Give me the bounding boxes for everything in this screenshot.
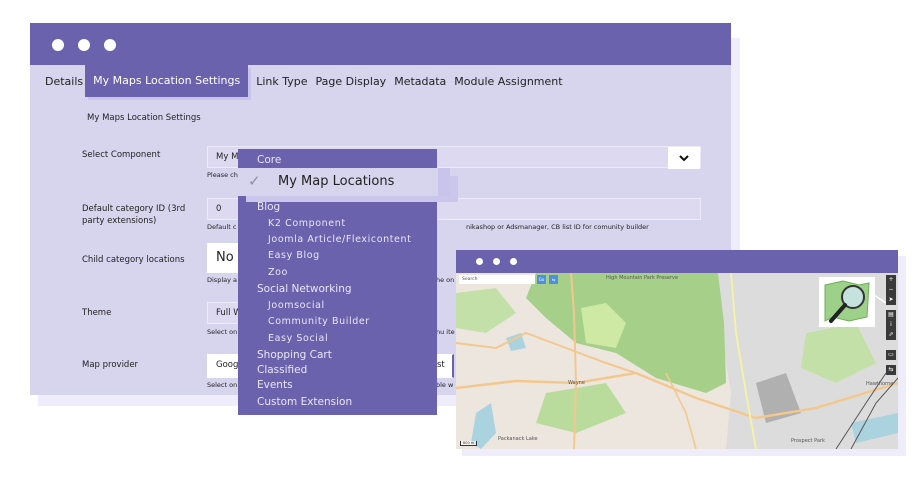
chevron-down-icon[interactable]	[668, 147, 700, 169]
dropdown-item-easy-social[interactable]: Easy Social	[268, 333, 328, 344]
checkmark-icon: ✓	[248, 172, 261, 190]
info-button[interactable]: i	[886, 320, 896, 330]
child-category-label: Child category locations	[82, 255, 185, 265]
child-category-help-right: he on	[436, 276, 455, 284]
map-query-control: ⇆	[886, 365, 896, 375]
window-titlebar	[30, 23, 731, 65]
map-label-prospect-park: Prospect Park	[791, 438, 825, 444]
window-dot-2[interactable]	[78, 39, 90, 51]
map-provider-label: Map provider	[82, 360, 139, 370]
window-dot-1[interactable]	[52, 39, 64, 51]
default-category-help-right: nikashop or Adsmanager, CB list ID for c…	[466, 223, 649, 231]
map-zoom-controls: + − ➤	[886, 275, 896, 305]
dropdown-group-core[interactable]: Core	[257, 154, 281, 166]
dropdown-item-joomsocial[interactable]: Joomsocial	[268, 300, 325, 311]
map-go-button[interactable]: Go	[537, 275, 546, 284]
section-title: My Maps Location Settings	[87, 113, 201, 123]
select-component-help: Please ch	[207, 171, 238, 179]
tab-bar: Details My Maps Location Settings Link T…	[30, 65, 567, 97]
map-window-dot-2[interactable]	[493, 258, 500, 265]
default-category-value: 0	[216, 204, 222, 214]
theme-help-right: nu ite	[436, 328, 455, 336]
tab-details[interactable]: Details	[30, 75, 85, 88]
select-component-value: My M	[216, 152, 239, 162]
tab-my-maps-location-settings[interactable]: My Maps Location Settings	[85, 65, 249, 97]
dropdown-group-blog[interactable]: Blog	[257, 201, 280, 213]
layers-button[interactable]: ▤	[886, 310, 896, 320]
dropdown-item-k2[interactable]: K2 Component	[268, 218, 346, 229]
map-provider-option-label: st	[437, 360, 445, 370]
dropdown-item-joomla-article[interactable]: Joomla Article/Flexicontent	[268, 234, 411, 245]
map-window-dot-1[interactable]	[476, 258, 483, 265]
share-button[interactable]: ⇗	[886, 330, 896, 340]
query-button[interactable]: ⇆	[886, 365, 896, 375]
dropdown-selected-item[interactable]: ✓ My Map Locations	[238, 168, 450, 196]
map-window: Search Go ⇆ + − ➤ ▤ i ⇗ ▭ ⇆ High Mountai…	[456, 250, 898, 449]
tab-module-assignment[interactable]: Module Assignment	[450, 75, 566, 88]
dropdown-group-social[interactable]: Social Networking	[257, 283, 352, 295]
map-label-hawthorne: Hawthorne	[866, 381, 894, 387]
openstreetmap-logo	[819, 277, 875, 327]
map-provider-help: Select on	[207, 381, 238, 389]
map-scale-bar: 800 m	[460, 441, 478, 446]
child-category-value: No	[216, 250, 234, 265]
theme-help: Select on	[207, 328, 238, 336]
window-dot-3[interactable]	[104, 39, 116, 51]
map-window-dot-3[interactable]	[510, 258, 517, 265]
note-button[interactable]: ▭	[886, 350, 896, 360]
map-label-preserve: High Mountain Park Preserve	[606, 275, 679, 281]
tab-metadata[interactable]: Metadata	[390, 75, 450, 88]
dropdown-group-custom-extension[interactable]: Custom Extension	[257, 396, 352, 408]
dropdown-item-zoo[interactable]: Zoo	[268, 267, 288, 278]
tab-link-type[interactable]: Link Type	[252, 75, 311, 88]
default-category-label: Default category ID (3rd party extension…	[82, 204, 186, 226]
dropdown-selected-label: My Map Locations	[278, 174, 395, 189]
child-category-help: Display a	[207, 276, 238, 284]
dropdown-item-easy-blog[interactable]: Easy Blog	[268, 250, 320, 261]
theme-label: Theme	[82, 308, 112, 318]
map-note-control: ▭	[886, 350, 896, 360]
dropdown-item-community-builder[interactable]: Community Builder	[268, 316, 370, 327]
map-label-wayne: Wayne	[568, 380, 585, 386]
select-component-label: Select Component	[82, 150, 161, 160]
locate-button[interactable]: ➤	[886, 295, 896, 305]
map-layer-controls: ▤ i ⇗	[886, 310, 896, 340]
map-label-packanack: Packanack Lake	[498, 436, 538, 442]
dropdown-group-shopping-cart[interactable]: Shopping Cart	[257, 349, 332, 361]
map-window-titlebar	[456, 250, 898, 273]
tab-page-display[interactable]: Page Display	[312, 75, 391, 88]
dropdown-group-events[interactable]: Events	[257, 379, 293, 391]
default-category-help: Default c	[207, 223, 237, 231]
zoom-in-button[interactable]: +	[886, 275, 896, 285]
map-directions-button[interactable]: ⇆	[549, 275, 558, 284]
map-search-input[interactable]: Search	[459, 275, 535, 284]
dropdown-group-classified[interactable]: Classified	[257, 364, 307, 376]
zoom-out-button[interactable]: −	[886, 285, 896, 295]
magnifier-map-icon	[824, 280, 870, 323]
